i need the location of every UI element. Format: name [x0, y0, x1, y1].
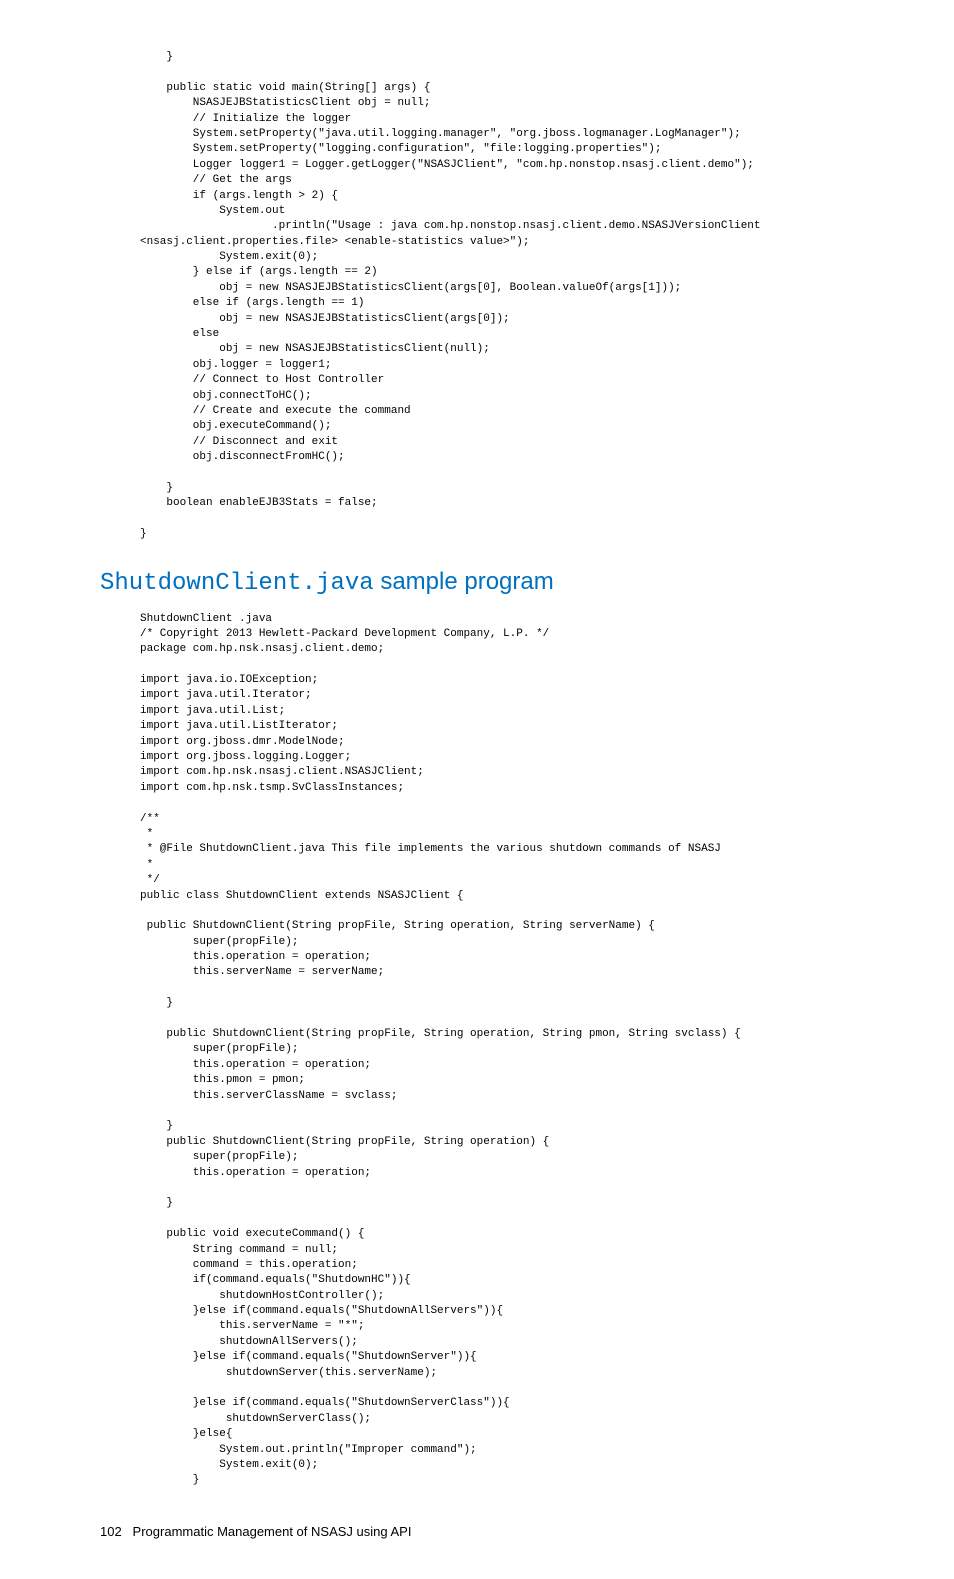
section-heading: ShutdownClient.java sample program	[100, 568, 894, 597]
heading-mono-part: ShutdownClient.java	[100, 570, 374, 597]
code-block-1: } public static void main(String[] args)…	[100, 50, 894, 543]
page-number: 102	[100, 1524, 122, 1539]
page-footer: 102 Programmatic Management of NSASJ usi…	[100, 1524, 894, 1539]
code-block-2: ShutdownClient .java /* Copyright 2013 H…	[100, 612, 894, 1489]
page-container: } public static void main(String[] args)…	[0, 0, 954, 1579]
footer-title: Programmatic Management of NSASJ using A…	[133, 1524, 412, 1539]
heading-rest-part: sample program	[374, 568, 554, 595]
